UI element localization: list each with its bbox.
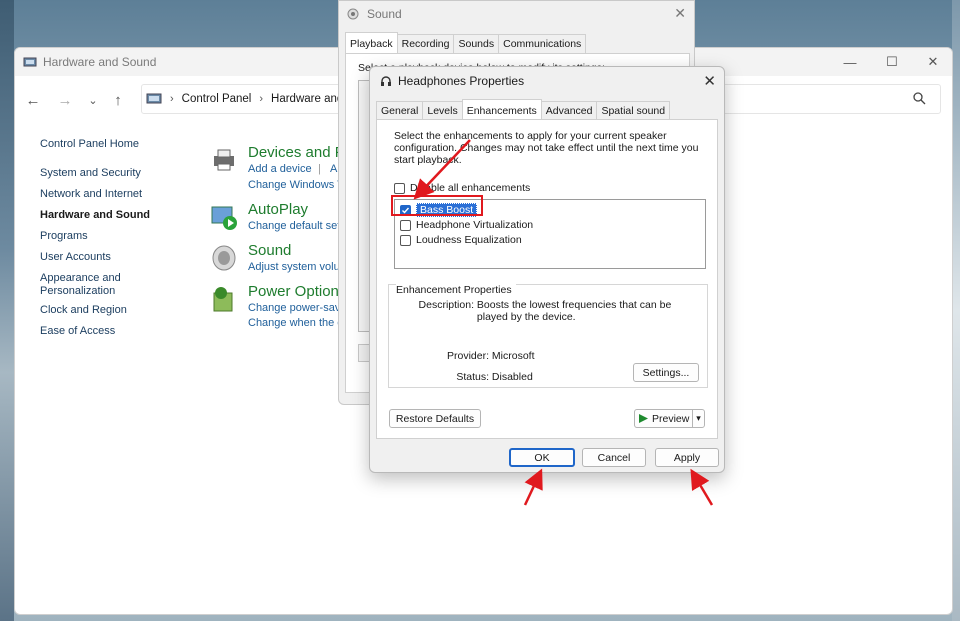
speaker-icon [212,245,236,271]
close-icon[interactable]: ✕ [703,72,716,90]
forward-arrow-icon[interactable]: → [55,90,75,110]
headphones-dialog-tabs: General Levels Enhancements Advanced Spa… [376,99,671,120]
desktop-background-right [952,0,960,621]
ok-button[interactable]: OK [509,448,575,467]
cancel-button[interactable]: Cancel [582,448,646,467]
sidebar-item-hardware-and-sound[interactable]: Hardware and Sound [40,209,150,222]
description-label: Description: [418,299,474,311]
link-change-windows[interactable]: Change Windows T [248,179,344,191]
link-truncated[interactable]: A [330,163,337,175]
status-label: Status: [456,371,489,383]
enhancements-intro: Select the enhancements to apply for you… [394,130,699,166]
autoplay-icon [211,206,237,230]
status-value: Disabled [491,371,533,383]
status-row: Status: Disabled [396,371,533,383]
description-value: Boosts the lowest frequencies that can b… [476,299,672,323]
description-row: Description: Boosts the lowest frequenci… [396,299,702,323]
enhancement-properties-group: Enhancement Properties Description: Boos… [388,284,708,388]
minimize-button[interactable]: — [830,48,870,76]
preview-button[interactable]: Preview ▾ [634,409,705,428]
preview-label: Preview [652,412,690,425]
printer-icon [214,149,234,171]
bass-boost-highlight-box [391,195,483,216]
breadcrumb-separator: › [170,93,174,105]
link-change-default-settings[interactable]: Change default set [248,220,340,232]
tab-communications[interactable]: Communications [498,34,587,53]
breadcrumb-separator: › [259,93,264,105]
sidebar: Control Panel Home System and Security N… [40,138,150,338]
provider-label: Provider: [446,350,489,362]
enhancement-loudness-equalization[interactable]: Loudness Equalization [400,234,522,246]
enhancement-label: Headphone Virtualization [416,219,534,231]
desktop-background-left [0,0,14,621]
sidebar-item-system-and-security[interactable]: System and Security [40,167,150,180]
checkbox-box[interactable] [400,219,411,231]
tab-playback[interactable]: Playback [345,32,398,53]
control-panel-icon [23,57,37,67]
sidebar-item-clock-and-region[interactable]: Clock and Region [40,304,150,317]
sidebar-item-appearance-and-personalization[interactable]: Appearance and Personalization [40,272,130,298]
apply-button[interactable]: Apply [655,448,719,467]
link-change-power-saving[interactable]: Change power-sav [248,302,340,314]
control-panel-icon [146,93,162,104]
checkbox-box[interactable] [394,182,405,194]
checkbox-label: Disable all enhancements [410,182,531,194]
enhancements-panel: Select the enhancements to apply for you… [376,119,718,439]
search-icon[interactable] [913,92,926,105]
headphones-dialog-titlebar: Headphones Properties [370,67,724,95]
link-add-a-device[interactable]: Add a device [248,163,312,175]
settings-button[interactable]: Settings... [633,363,699,382]
category-title[interactable]: AutoPlay [248,201,308,218]
sidebar-item-user-accounts[interactable]: User Accounts [40,251,150,264]
link-change-when-computer[interactable]: Change when the c [248,317,343,329]
sound-dialog-tabs: Playback Recording Sounds Communications [345,32,587,53]
group-title: Enhancement Properties [396,284,516,296]
headphones-properties-dialog: Headphones Properties ✕ General Levels E… [369,66,725,473]
back-arrow-icon[interactable]: ← [23,90,43,110]
disable-all-enhancements-checkbox[interactable]: Disable all enhancements [394,182,530,194]
maximize-button[interactable]: ☐ [872,48,912,76]
speaker-icon [347,8,359,20]
category-title[interactable]: Sound [248,242,291,259]
sidebar-item-ease-of-access[interactable]: Ease of Access [40,325,150,338]
restore-defaults-button[interactable]: Restore Defaults [389,409,481,428]
tab-advanced[interactable]: Advanced [540,101,598,120]
sidebar-item-network-and-internet[interactable]: Network and Internet [40,188,150,201]
up-arrow-icon[interactable]: ↑ [108,90,128,110]
sidebar-item-programs[interactable]: Programs [40,230,150,243]
close-icon[interactable]: ✕ [674,5,686,22]
window-title: Hardware and Sound [43,55,157,69]
tab-enhancements[interactable]: Enhancements [461,99,542,120]
link-adjust-system-volume[interactable]: Adjust system volu [248,261,340,273]
tab-recording[interactable]: Recording [396,34,455,53]
tab-levels[interactable]: Levels [422,101,463,120]
breadcrumb-control-panel[interactable]: Control Panel [182,93,252,105]
category-title[interactable]: Power Options [248,283,346,300]
headphones-dialog-title: Headphones Properties [398,74,525,88]
sound-dialog-title: Sound [367,7,402,21]
tab-sounds[interactable]: Sounds [453,34,500,53]
tab-spatial-sound[interactable]: Spatial sound [596,101,671,120]
play-icon [639,414,648,423]
provider-row: Provider: Microsoft [396,350,535,362]
close-button[interactable]: ✕ [913,48,952,76]
enhancement-headphone-virtualization[interactable]: Headphone Virtualization [400,219,533,231]
chevron-down-icon[interactable]: ⌄ [83,90,103,110]
headphones-icon [381,76,391,86]
tab-general[interactable]: General [376,101,424,120]
dropdown-arrow-icon[interactable]: ▾ [692,410,704,427]
link-separator: | [318,163,321,175]
sidebar-item-control-panel-home[interactable]: Control Panel Home [40,138,150,151]
category-title[interactable]: Devices and Pr [248,144,350,161]
checkbox-box[interactable] [400,234,411,246]
power-options-icon [213,287,233,312]
provider-value: Microsoft [491,350,535,362]
enhancement-label: Loudness Equalization [416,234,522,246]
sound-dialog-titlebar: Sound [339,1,694,27]
